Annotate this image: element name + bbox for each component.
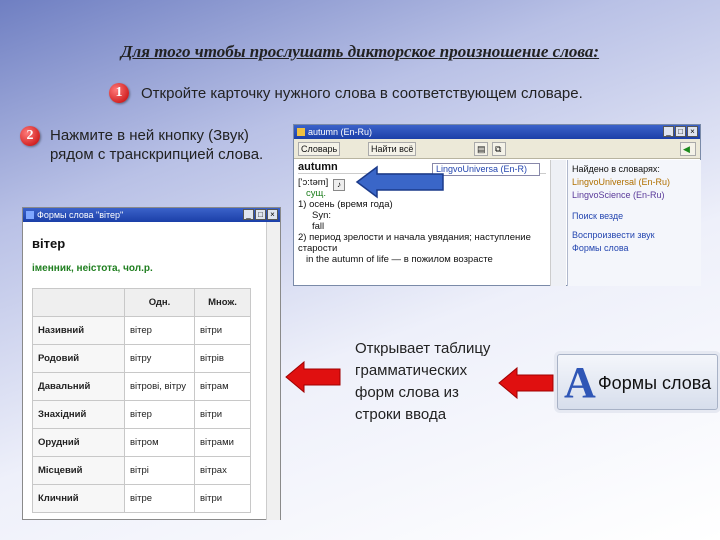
minimize-button[interactable]: _ [663, 126, 674, 137]
lingvo-titlebar: autumn (En-Ru) _ □ × [294, 125, 700, 139]
plural-form: вітрам [194, 372, 251, 401]
maximize-button[interactable]: □ [255, 209, 266, 220]
copy-icon[interactable]: ⧉ [492, 142, 506, 156]
syn-label: Syn: [312, 210, 332, 221]
plural-form: вітрах [194, 456, 251, 485]
sidebar-dict-2[interactable]: LingvoScience (En-Ru) [572, 189, 697, 202]
blue-arrow [355, 165, 444, 199]
plural-form: вітрами [194, 428, 251, 457]
speaker-icon[interactable]: ♪ [333, 179, 345, 191]
singular-form: вітром [124, 428, 195, 457]
meaning-1: 1) осень (время года) [298, 199, 393, 210]
page-title: Для того чтобы прослушать дикторское про… [120, 42, 600, 61]
lingvo-toolbar: Словарь Найти всё ▤ ⧉ ◀ [294, 139, 700, 159]
word-forms-window: Формы слова "вітер" _ □ × вітер іменник,… [22, 207, 281, 520]
case-name: Родовий [32, 344, 125, 373]
singular-form: вітер [124, 316, 195, 345]
red-arrow-right [498, 366, 554, 400]
singular-form: вітру [124, 344, 195, 373]
table-row: Називний вітер вітри [32, 316, 251, 345]
table-row: Давальний вітрові, вітру вітрам [32, 372, 251, 401]
singular-form: вітрі [124, 456, 195, 485]
word-forms-button-label: Формы слова [598, 373, 712, 393]
plural-form: вітрів [194, 344, 251, 373]
find-all-button[interactable]: Найти всё [368, 142, 417, 156]
table-row: Орудний вітром вітрами [32, 428, 251, 457]
singular-form: вітре [124, 484, 195, 513]
close-button[interactable]: × [267, 209, 278, 220]
app-icon [297, 128, 305, 136]
syn-value: fall [312, 221, 325, 232]
search-everywhere-link[interactable]: Поиск везде [572, 210, 697, 223]
table-row: Кличний вітре вітри [32, 484, 251, 513]
card-scrollbar[interactable] [550, 160, 566, 286]
singular-form: вітер [124, 400, 195, 429]
step-1-text: Откройте карточку нужного слова в соотве… [141, 85, 583, 102]
header-cell: Одн. [124, 288, 195, 317]
forms-scrollbar[interactable] [266, 222, 280, 520]
plural-form: вітри [194, 484, 251, 513]
dictionary-button[interactable]: Словарь [298, 142, 341, 156]
case-name: Місцевий [32, 456, 125, 485]
step-2-badge: 2 [20, 126, 40, 146]
minimize-button[interactable]: _ [243, 209, 254, 220]
description-text: Открывает таблицу грамматических форм сл… [355, 340, 491, 423]
lingvo-card-window: autumn (En-Ru) _ □ × Словарь Найти всё ▤… [293, 124, 701, 286]
case-name: Називний [32, 316, 125, 345]
close-button[interactable]: × [687, 126, 698, 137]
forms-table: Одн. Множ. Називний вітер вітри Родовий віт… [32, 288, 251, 513]
sidebar-heading: Найдено в словарях: [572, 164, 660, 174]
header-cell [32, 288, 125, 317]
table-row: Місцевий вітрі вітрах [32, 456, 251, 485]
forms-pos: іменник, неістота, чол.р. [32, 263, 153, 274]
case-name: Давальний [32, 372, 125, 401]
case-name: Знахідний [32, 400, 125, 429]
play-sound-link[interactable]: Воспроизвести звук [572, 229, 697, 242]
table-row: Родовий вітру вітрів [32, 344, 251, 373]
dictionary-field[interactable]: LingvoUniversa (En-R) [432, 163, 540, 176]
singular-form: вітрові, вітру [124, 372, 195, 401]
dictionary-sidebar: Найдено в словарях: LingvoUniversal (En-… [567, 160, 701, 286]
print-icon[interactable]: ▤ [474, 142, 488, 156]
maximize-button[interactable]: □ [675, 126, 686, 137]
plural-form: вітри [194, 316, 251, 345]
word-forms-link[interactable]: Формы слова [572, 242, 697, 255]
case-name: Кличний [32, 484, 125, 513]
step-2-text: Нажмите в ней кнопку (Звук) рядом с тран… [50, 127, 264, 163]
word-forms-button[interactable]: A Формы слова [557, 354, 718, 410]
header-cell: Множ. [194, 288, 251, 317]
table-row: Знахідний вітер вітри [32, 400, 251, 429]
forms-headword: вітер [32, 236, 66, 251]
letter-a-icon: A [564, 358, 596, 407]
app-icon [26, 211, 34, 219]
plural-form: вітри [194, 400, 251, 429]
meaning-2: 2) период зрелости и начала увядания; на… [298, 232, 531, 254]
forms-window-title: Формы слова "вітер" [37, 210, 124, 220]
example: in the autumn of life — в пожилом возрас… [306, 254, 493, 265]
back-arrow-icon[interactable]: ◀ [680, 142, 696, 156]
case-name: Орудний [32, 428, 125, 457]
red-arrow-left [285, 360, 341, 394]
forms-titlebar: Формы слова "вітер" _ □ × [23, 208, 280, 222]
step-1-badge: 1 [109, 83, 129, 103]
lingvo-window-title: autumn (En-Ru) [308, 127, 373, 137]
sidebar-dict-1[interactable]: LingvoUniversal (En-Ru) [572, 176, 697, 189]
table-header-row: Одн. Множ. [32, 288, 251, 317]
